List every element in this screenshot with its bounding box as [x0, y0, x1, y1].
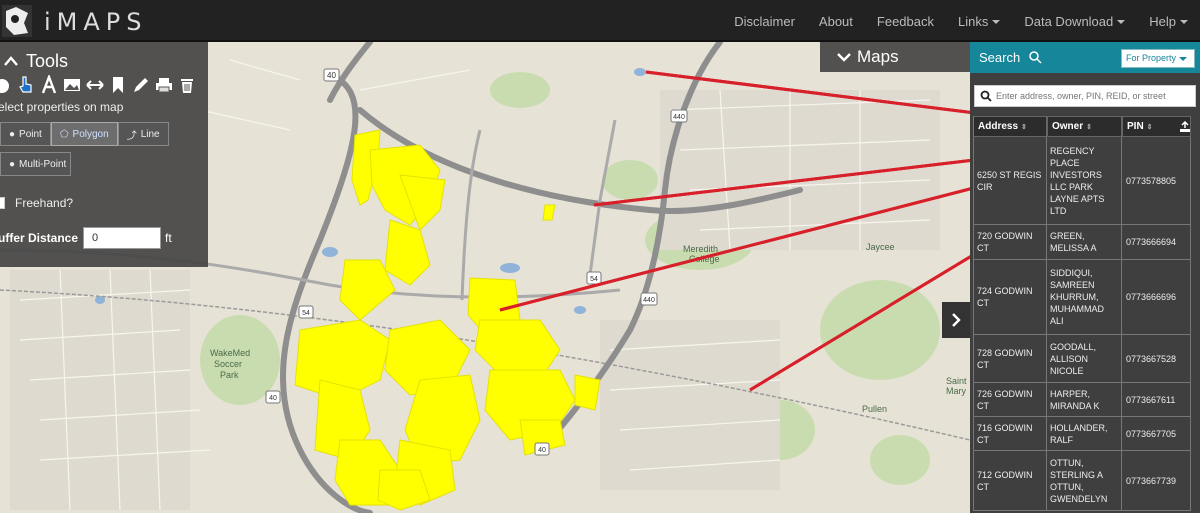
cell-pin: 0773578805 [1122, 137, 1191, 224]
maps-title: Maps [857, 47, 899, 66]
search-icon [980, 90, 992, 102]
nav-data-download-dropdown[interactable]: Data Download [1012, 14, 1137, 29]
table-row[interactable]: 724 GODWIN CT SIDDIQUI, SAMREEN KHURRUM,… [973, 260, 1191, 335]
measure-icon[interactable] [40, 75, 58, 95]
cell-pin: 0773666696 [1122, 260, 1191, 334]
caret-down-icon [992, 20, 1001, 25]
caret-down-icon [1117, 20, 1126, 25]
table-row[interactable]: 728 GODWIN CT GOODALL, ALLISON NICOLE 07… [973, 335, 1191, 383]
freehand-label: Freehand? [15, 196, 74, 210]
chevron-up-icon[interactable] [4, 56, 18, 66]
caret-down-icon [1179, 56, 1188, 61]
cell-address: 6250 ST REGIS CIR [973, 137, 1047, 224]
nav-about[interactable]: About [807, 14, 865, 29]
cell-address: 726 GODWIN CT [973, 383, 1047, 416]
search-scope-select[interactable]: For Property [1121, 49, 1195, 68]
table-row[interactable]: 6250 ST REGIS CIR REGENCY PLACE INVESTOR… [973, 137, 1191, 225]
nav-links-dropdown[interactable]: Links [946, 14, 1012, 29]
table-row[interactable]: 712 GODWIN CT OTTUN, STERLING A OTTUN, G… [973, 451, 1191, 511]
buffer-label: uffer Distance [0, 231, 79, 245]
maps-panel-header[interactable]: Maps [820, 42, 970, 72]
cell-address: 724 GODWIN CT [973, 260, 1047, 334]
table-row[interactable]: 716 GODWIN CT HOLLANDER, RALF 0773667705 [973, 417, 1191, 451]
cell-address: 712 GODWIN CT [973, 451, 1047, 510]
polygon-button[interactable]: ⬠ Polygon [50, 122, 118, 146]
selection-mode-buttons: ● Point ⬠ Polygon ⤴ Line [0, 122, 169, 146]
buffer-distance-input[interactable] [83, 227, 162, 249]
nav-menu: Disclaimer About Feedback Links Data Dow… [722, 0, 1200, 42]
search-sidebar: Search For Property Address⇕ Owner⇕ PIN⇕… [970, 42, 1200, 513]
search-header: Search For Property [970, 42, 1200, 73]
search-title: Search [979, 50, 1021, 65]
table-row[interactable]: 726 GODWIN CT HARPER, MIRANDA K 07736676… [973, 383, 1191, 417]
cell-owner: HARPER, MIRANDA K [1047, 383, 1122, 416]
chevron-down-icon [837, 53, 851, 62]
cell-owner: GREEN, MELISSA A [1047, 225, 1122, 259]
cell-owner: REGENCY PLACE INVESTORS LLC PARK LAYNE A… [1047, 137, 1122, 224]
draw-icon[interactable] [132, 75, 150, 95]
results-header: Address ⇕ Owner ⇕ PIN ⇕ [973, 116, 1191, 137]
column-pin[interactable]: PIN ⇕ [1122, 116, 1191, 137]
trash-icon[interactable] [178, 75, 196, 95]
multi-marker-icon: ● [9, 158, 16, 170]
results-table: Address ⇕ Owner ⇕ PIN ⇕ 6250 ST REGIS CIR R… [973, 116, 1191, 511]
cell-owner: OTTUN, STERLING A OTTUN, GWENDELYN [1047, 451, 1122, 510]
tools-panel: Tools elect properties on map ● Point ⬠ Po… [0, 42, 208, 267]
cell-owner: SIDDIQUI, SAMREEN KHURRUM, MUHAMMAD ALI [1047, 260, 1122, 334]
print-icon[interactable] [155, 75, 173, 95]
column-owner[interactable]: Owner ⇕ [1047, 116, 1122, 137]
cell-pin: 0773667528 [1122, 335, 1191, 382]
tool-icons [0, 75, 196, 95]
imaps-logo-icon [2, 5, 32, 37]
cell-owner: GOODALL, ALLISON NICOLE [1047, 335, 1122, 382]
search-icon[interactable] [1029, 51, 1042, 64]
column-address[interactable]: Address ⇕ [973, 116, 1047, 137]
sort-icon: ⇕ [1086, 123, 1092, 131]
line-button[interactable]: ⤴ Line [117, 122, 169, 146]
image-icon[interactable] [63, 75, 81, 95]
caret-down-icon [1180, 20, 1188, 25]
search-input[interactable] [996, 91, 1192, 101]
nav-help-dropdown[interactable]: Help [1137, 14, 1200, 29]
multi-point-button[interactable]: ● Multi-Point [0, 152, 71, 176]
cell-owner: HOLLANDER, RALF [1047, 417, 1122, 450]
select-properties-label: elect properties on map [0, 100, 124, 114]
tools-title: Tools [26, 50, 69, 71]
export-icon[interactable] [1179, 120, 1190, 133]
cell-address: 728 GODWIN CT [973, 335, 1047, 382]
sort-icon: ⇕ [1146, 123, 1153, 131]
polygon-icon: ⬠ [59, 128, 69, 140]
cell-pin: 0773667705 [1122, 417, 1191, 450]
nav-disclaimer[interactable]: Disclaimer [722, 14, 807, 29]
table-row[interactable]: 720 GODWIN CT GREEN, MELISSA A 077366669… [973, 225, 1191, 260]
top-navbar: iMAPS Disclaimer About Feedback Links Da… [0, 0, 1200, 42]
cell-address: 716 GODWIN CT [973, 417, 1047, 450]
cell-address: 720 GODWIN CT [973, 225, 1047, 259]
imaps-app: 40 440 54 440 54 40 40 WakeMed Soccer Pa… [0, 0, 1200, 513]
freehand-option: Freehand? [0, 196, 73, 210]
cell-pin: 0773666694 [1122, 225, 1191, 259]
app-title: iMAPS [44, 8, 148, 36]
select-hand-icon[interactable] [17, 75, 35, 95]
identify-icon[interactable] [0, 75, 12, 95]
distance-icon[interactable] [86, 75, 104, 95]
line-icon: ⤴ [126, 130, 137, 142]
buffer-unit: ft [165, 231, 172, 245]
tools-header[interactable]: Tools [0, 50, 68, 72]
search-box [974, 85, 1196, 107]
nav-feedback[interactable]: Feedback [865, 14, 946, 29]
freehand-checkbox[interactable] [0, 197, 5, 209]
map-marker-icon: ● [9, 128, 16, 140]
expand-panel-button[interactable] [942, 302, 970, 338]
bookmark-icon[interactable] [109, 75, 127, 95]
chevron-right-icon [952, 313, 961, 327]
cell-pin: 0773667739 [1122, 451, 1191, 510]
buffer-distance: uffer Distance ft [0, 227, 172, 249]
cell-pin: 0773667611 [1122, 383, 1191, 416]
point-button[interactable]: ● Point [0, 122, 51, 146]
sort-icon: ⇕ [1021, 123, 1027, 131]
